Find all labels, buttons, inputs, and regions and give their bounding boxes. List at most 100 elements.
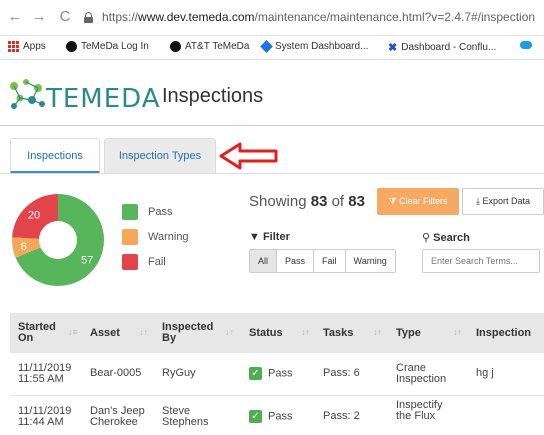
legend-label: Warning <box>148 231 189 243</box>
tab-inspections[interactable]: Inspections <box>10 138 100 174</box>
bookmark-label: System Dashboard... <box>275 41 369 52</box>
bookmark-label: Dashboard - Conflu... <box>401 42 497 53</box>
total-count: 83 <box>348 193 365 210</box>
status-text: Pass <box>268 410 293 423</box>
filter-fail-button[interactable]: Fail <box>314 250 346 272</box>
annotation-arrow-icon <box>219 142 278 170</box>
sort-icon[interactable]: ↓↑ <box>139 327 148 337</box>
inspected-by-cell: Steve Stephens <box>162 406 208 428</box>
filter-pass-button[interactable]: Pass <box>277 250 315 272</box>
filter-warning-button[interactable]: Warning <box>345 250 395 272</box>
cloud-icon <box>520 41 532 49</box>
funnel-icon: ▼ <box>249 231 260 243</box>
tasks-cell: Pass: 2 <box>323 410 360 422</box>
bookmark-label: Apps <box>23 41 46 52</box>
asset-cell[interactable]: Dan's Jeep Cherokee <box>90 406 145 428</box>
download-icon: ⤓ <box>475 196 480 206</box>
column-header-inspection[interactable]: Inspection <box>476 313 531 353</box>
check-icon: ✓ <box>249 367 262 380</box>
sort-icon[interactable]: ↓↑ <box>453 327 462 337</box>
donut-label-pass: 57 <box>81 254 93 266</box>
of-word: of <box>331 193 345 210</box>
legend-label: Pass <box>148 206 173 218</box>
tab-inspection-types[interactable]: Inspection Types <box>104 138 216 174</box>
sort-icon[interactable]: ↓↑ <box>301 327 310 337</box>
search-label: Search <box>433 232 470 244</box>
started-on-cell: 11/11/2019 11:55 AM <box>18 363 71 385</box>
type-cell: Inspectify the Flux <box>396 400 442 422</box>
sort-icon[interactable]: ↓≡ <box>68 327 78 337</box>
search-icon: ⚲ <box>422 232 431 244</box>
bookmark-overflow[interactable] <box>520 41 532 49</box>
inspected-by-line-2: Stephens <box>162 416 209 428</box>
clear-filters-button[interactable]: ⧩ Clear Filters <box>377 188 459 215</box>
asset-line-2: Cherokee <box>90 416 138 428</box>
legend-label: Fail <box>148 256 166 268</box>
url-field[interactable]: https://www.dev.temeda.com/maintenance/m… <box>84 6 544 30</box>
status-donut-chart: 57 6 20 <box>11 194 104 286</box>
lock-icon <box>84 12 93 23</box>
legend-item-fail: Fail <box>122 254 166 270</box>
export-data-button[interactable]: ⤓ Export Data <box>462 188 544 215</box>
legend-item-warning: Warning <box>122 229 189 245</box>
bookmark-dashboard-confluence[interactable]: ✖ Dashboard - Conflu... <box>388 41 496 54</box>
temeda-logo-icon <box>10 79 45 109</box>
status-cell: ✓ Pass <box>249 410 292 423</box>
bookmark-att-temeda[interactable]: AT&T TeMeDa <box>170 41 249 52</box>
column-header-inspected-by[interactable]: Inspected By <box>162 313 220 353</box>
logo-text: TEMEDA <box>46 84 161 114</box>
started-on-cell: 11/11/2019 11:44 AM <box>18 406 71 428</box>
status-text: Pass <box>268 367 293 380</box>
page-title: Inspections <box>162 85 264 107</box>
sort-icon[interactable]: ↓↑ <box>373 327 382 337</box>
clear-filters-label: Clear Filters <box>399 196 448 206</box>
legend-item-pass: Pass <box>122 204 172 220</box>
showing-prefix: Showing <box>249 193 307 210</box>
tasks-cell: Pass: 6 <box>323 367 360 379</box>
bookmark-system-dashboard[interactable]: System Dashboard... <box>260 40 369 53</box>
url-prefix: https:// <box>102 10 139 24</box>
column-header-type[interactable]: Type <box>396 313 421 353</box>
bookmark-label: TeMeDa Log In <box>81 41 149 52</box>
status-cell: ✓ Pass <box>249 367 292 380</box>
url-host: www.dev.temeda.com <box>138 10 255 24</box>
bookmark-label: AT&T TeMeDa <box>185 41 250 52</box>
apps-grid-icon <box>8 41 19 52</box>
app-header: TEMEDA Inspections <box>0 60 544 126</box>
donut-label-warning: 6 <box>20 241 26 253</box>
bookmarks-bar: Apps TeMeDa Log In AT&T TeMeDa System Da… <box>0 36 544 60</box>
status-filter-group: All Pass Fail Warning <box>249 249 396 273</box>
started-time: 11:55 AM <box>18 373 64 385</box>
bookmark-temeda-login[interactable]: TeMeDa Log In <box>66 41 149 52</box>
column-header-asset[interactable]: Asset <box>90 313 120 353</box>
search-heading: ⚲ Search <box>422 231 470 244</box>
sort-icon[interactable]: ↓↑ <box>225 327 234 337</box>
started-time: 11:44 AM <box>18 416 64 428</box>
reload-icon[interactable]: C <box>56 8 74 26</box>
search-input[interactable] <box>422 249 540 273</box>
clear-filter-icon: ⧩ <box>388 196 397 206</box>
table-row[interactable]: 11/11/2019 11:55 AM Bear-0005 RyGuy ✓ Pas… <box>10 353 544 396</box>
inspected-by-cell: RyGuy <box>162 367 196 379</box>
temeda-icon <box>170 41 181 52</box>
type-line-2: the Flux <box>396 410 436 422</box>
check-icon: ✓ <box>249 410 262 423</box>
donut-label-fail: 20 <box>28 210 40 222</box>
filter-all-button[interactable]: All <box>250 250 278 272</box>
type-line-2: Inspection <box>396 373 447 385</box>
diamond-icon <box>260 40 273 53</box>
table-row[interactable]: 11/11/2019 11:44 AM Dan's Jeep Cherokee … <box>10 396 544 435</box>
asset-cell[interactable]: Bear-0005 <box>90 368 141 379</box>
legend-swatch <box>122 229 138 245</box>
url-path: /maintenance/maintenance.html?v=2.4.7#/i… <box>254 10 536 24</box>
column-header-status[interactable]: Status <box>249 313 283 353</box>
back-arrow-icon[interactable]: ← <box>6 8 24 26</box>
forward-arrow-icon[interactable]: → <box>30 8 48 26</box>
filter-label: Filter <box>262 231 290 243</box>
bookmark-apps[interactable]: Apps <box>8 41 46 52</box>
column-header-started-on[interactable]: Started On <box>18 313 66 353</box>
export-data-label: Export Data <box>482 196 531 206</box>
column-header-tasks[interactable]: Tasks <box>323 313 353 353</box>
table-header: Started On ↓≡ Asset ↓↑ Inspected By ↓↑ S… <box>10 313 544 353</box>
filter-heading: ▼ Filter <box>249 231 290 243</box>
